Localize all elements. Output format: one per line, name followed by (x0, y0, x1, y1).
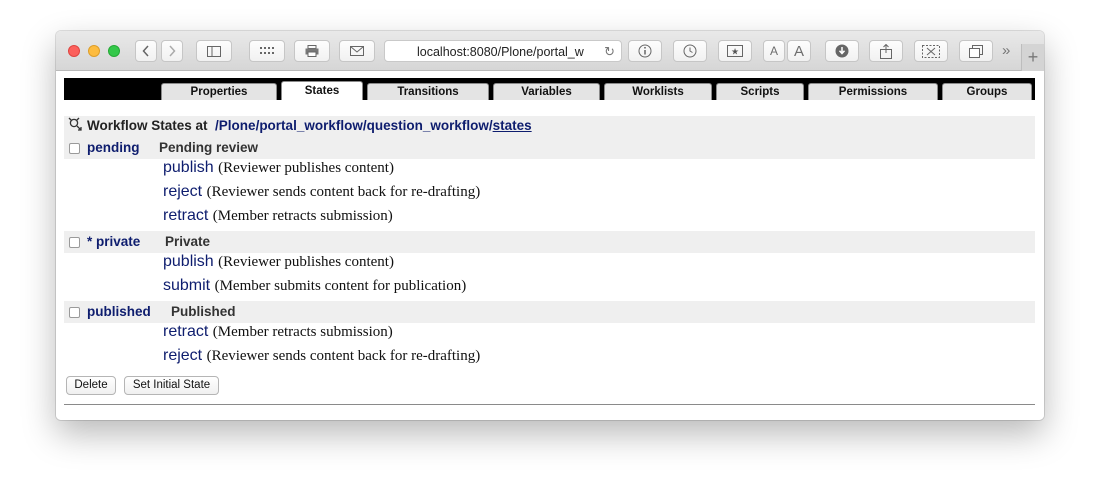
tabs-overview-button[interactable] (959, 40, 993, 62)
history-icon (683, 44, 697, 58)
bookmark-star-icon: ★ (727, 45, 743, 57)
page-heading: Workflow States at /Plone/portal_workflo… (64, 116, 1035, 137)
heading-prefix: Workflow States at (87, 118, 208, 133)
clip-icon (922, 44, 940, 58)
transition-link[interactable]: reject (163, 183, 202, 200)
workflow-icon (68, 117, 82, 131)
breadcrumb-portal-workflow[interactable]: /portal_workflow (256, 118, 363, 133)
svg-text:★: ★ (731, 48, 739, 58)
history-button[interactable] (673, 40, 707, 62)
back-button[interactable] (135, 40, 157, 62)
tab-transitions[interactable]: Transitions (367, 83, 489, 100)
transition-description: (Reviewer publishes content) (218, 254, 394, 270)
transition-item: submit (Member submits content for publi… (163, 277, 466, 299)
grid-icon (260, 47, 274, 54)
transition-link[interactable]: retract (163, 207, 208, 224)
url-text: localhost:8080/Plone/portal_w (417, 45, 584, 59)
transition-description: (Reviewer publishes content) (218, 160, 394, 176)
breadcrumb-states[interactable]: states (493, 118, 532, 133)
sidebar-button[interactable] (196, 40, 232, 62)
state-title: Published (171, 304, 236, 319)
delete-button[interactable]: Delete (66, 376, 116, 395)
page-title: Workflow States at /Plone/portal_workflo… (87, 118, 532, 133)
info-button[interactable] (628, 40, 662, 62)
state-title: Private (165, 234, 211, 249)
transition-item: retract (Member retracts submission) (163, 323, 393, 345)
state-checkbox[interactable] (69, 143, 80, 154)
transition-link[interactable]: reject (163, 347, 202, 364)
transition-item: reject (Reviewer sends content back for … (163, 183, 480, 205)
zoom-window-button[interactable] (108, 45, 120, 57)
back-icon (142, 45, 149, 57)
forward-button[interactable] (161, 40, 183, 62)
transition-description: (Member submits content for publication) (214, 278, 467, 294)
forward-icon (169, 45, 176, 57)
page-content: Properties States Transitions Variables … (56, 72, 1044, 420)
bookmark-button[interactable]: ★ (718, 40, 752, 62)
tab-permissions[interactable]: Permissions (808, 83, 938, 100)
share-button[interactable] (869, 40, 903, 62)
transition-link[interactable]: submit (163, 277, 210, 294)
top-sites-button[interactable] (249, 40, 285, 62)
transition-description: (Member retracts submission) (212, 208, 393, 224)
more-icon[interactable]: » (1002, 42, 1010, 59)
state-row-private: * private Private (64, 231, 1035, 253)
state-checkbox[interactable] (69, 307, 80, 318)
transition-item: retract (Member retracts submission) (163, 207, 393, 229)
tab-groups[interactable]: Groups (942, 83, 1032, 100)
share-icon (880, 43, 892, 59)
tab-states[interactable]: States (281, 81, 363, 100)
transition-item: reject (Reviewer sends content back for … (163, 347, 480, 369)
download-button[interactable] (825, 40, 859, 62)
print-icon (305, 45, 319, 57)
state-id-link[interactable]: published (87, 304, 151, 319)
clip-button[interactable] (914, 40, 948, 62)
info-icon (638, 44, 652, 58)
transition-description: (Reviewer sends content back for re-draf… (206, 348, 481, 364)
state-title: Pending review (159, 140, 259, 155)
tab-scripts[interactable]: Scripts (716, 83, 804, 100)
state-row-pending: pending Pending review (64, 137, 1035, 159)
state-id-link[interactable]: * private (87, 234, 140, 249)
divider (64, 404, 1035, 405)
tab-variables[interactable]: Variables (493, 83, 600, 100)
breadcrumb-question-workflow[interactable]: /question_workflow (363, 118, 489, 133)
state-checkbox[interactable] (69, 237, 80, 248)
font-larger-button[interactable]: A (787, 40, 811, 62)
browser-toolbar: localhost:8080/Plone/portal_w ↻ ★ A A » … (56, 31, 1044, 71)
tabs-icon (969, 44, 983, 58)
transition-link[interactable]: retract (163, 323, 208, 340)
font-smaller-button[interactable]: A (763, 40, 785, 62)
tab-worklists[interactable]: Worklists (604, 83, 712, 100)
breadcrumb-plone[interactable]: /Plone (215, 118, 256, 133)
management-tabs: Properties States Transitions Variables … (64, 78, 1035, 100)
tab-properties[interactable]: Properties (161, 83, 277, 100)
mail-button[interactable] (339, 40, 375, 62)
transition-item: publish (Reviewer publishes content) (163, 253, 394, 275)
transition-item: publish (Reviewer publishes content) (163, 159, 394, 181)
minimize-window-button[interactable] (88, 45, 100, 57)
close-window-button[interactable] (68, 45, 80, 57)
state-row-published: published Published (64, 301, 1035, 323)
new-tab-icon[interactable]: + (1021, 44, 1044, 71)
browser-window: localhost:8080/Plone/portal_w ↻ ★ A A » … (56, 31, 1044, 420)
transition-description: (Reviewer sends content back for re-draf… (206, 184, 481, 200)
set-initial-state-button[interactable]: Set Initial State (124, 376, 219, 395)
transition-link[interactable]: publish (163, 253, 214, 270)
transition-link[interactable]: publish (163, 159, 214, 176)
transition-description: (Member retracts submission) (212, 324, 393, 340)
download-icon (835, 44, 849, 58)
sidebar-icon (207, 45, 221, 57)
address-bar[interactable]: localhost:8080/Plone/portal_w ↻ (384, 40, 622, 62)
reload-icon[interactable]: ↻ (604, 44, 615, 60)
mail-icon (350, 46, 364, 56)
state-id-link[interactable]: pending (87, 140, 140, 155)
print-button[interactable] (294, 40, 330, 62)
